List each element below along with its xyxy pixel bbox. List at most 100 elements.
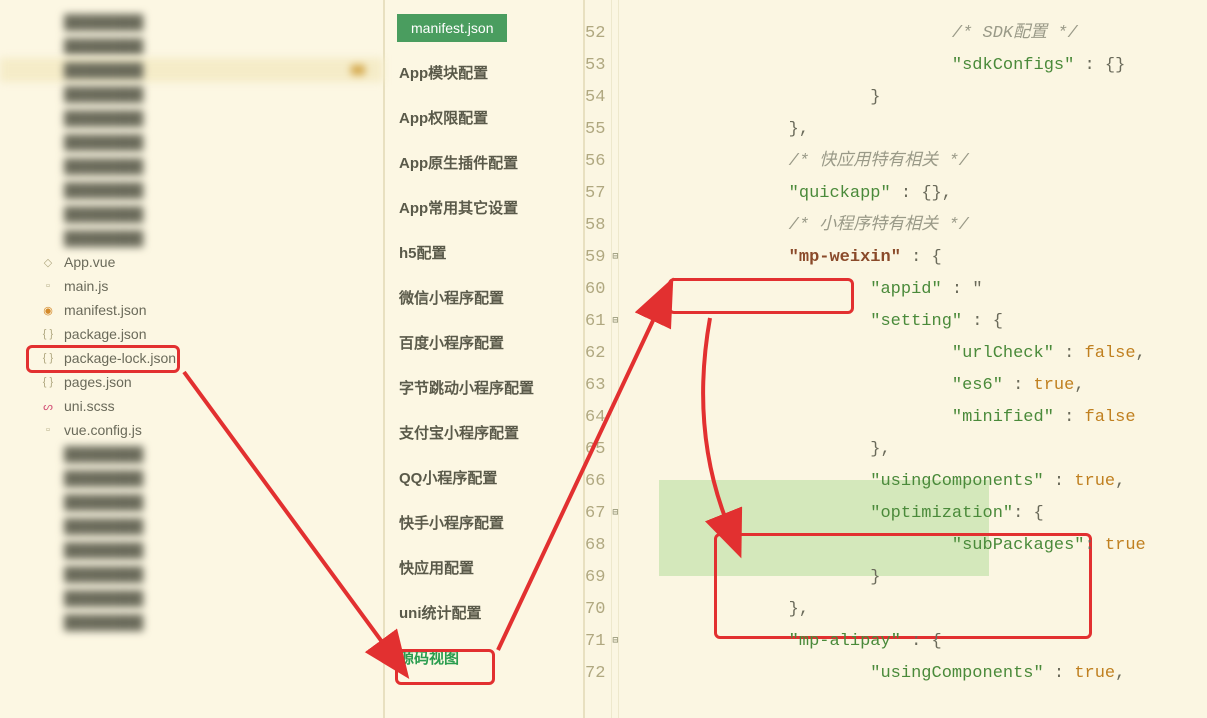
folder-open-icon (351, 65, 365, 75)
fold-marker (612, 370, 618, 402)
code-area[interactable]: /* SDK配置 */ "sdkConfigs" : {} } }, /* 快应… (619, 0, 1207, 718)
token-key: "minified" (952, 408, 1054, 427)
token-key: "usingComponents" (870, 664, 1043, 683)
token-key: "mp-alipay" (789, 632, 901, 651)
code-line[interactable]: "usingComponents" : true, (625, 658, 1207, 690)
line-number: 60 (585, 274, 605, 306)
vue-file-icon: ◇ (40, 254, 56, 270)
token-punc: : (1085, 536, 1105, 555)
code-line[interactable]: /* 快应用特有相关 */ (625, 146, 1207, 178)
fold-marker (612, 466, 618, 498)
fold-marker[interactable]: ⊟ (612, 626, 618, 658)
config-item-0[interactable]: App模块配置 (385, 50, 583, 95)
config-item-9[interactable]: QQ小程序配置 (385, 455, 583, 500)
file-pages-json[interactable]: { }pages.json (0, 370, 383, 394)
tab-manifest[interactable]: manifest.json (397, 14, 507, 42)
fold-marker (612, 82, 618, 114)
token-blur (983, 280, 1207, 299)
token-comment: /* SDK配置 */ (952, 24, 1078, 43)
line-number: 55 (585, 114, 605, 146)
fold-marker (612, 658, 618, 690)
line-number: 57 (585, 178, 605, 210)
fold-marker (612, 530, 618, 562)
fold-marker (612, 434, 618, 466)
token-bool: true (1074, 472, 1115, 491)
code-line[interactable]: /* 小程序特有相关 */ (625, 210, 1207, 242)
token-punc: , (1115, 472, 1125, 491)
code-line[interactable]: "setting" : { (625, 306, 1207, 338)
tree-item-blur: ████████ (0, 82, 383, 106)
file-label: package-lock.json (64, 350, 176, 366)
fold-marker (612, 18, 618, 50)
config-item-8[interactable]: 支付宝小程序配置 (385, 410, 583, 455)
token-punc: }, (870, 440, 890, 459)
code-editor[interactable]: 5253545556575859606162636465666768697071… (585, 0, 1207, 718)
tree-item-blur: ████████ (0, 202, 383, 226)
token-bool: true (1074, 664, 1115, 683)
token-punc: }, (789, 600, 809, 619)
token-punc: , (1074, 376, 1084, 395)
config-item-10[interactable]: 快手小程序配置 (385, 500, 583, 545)
fold-marker[interactable]: ⊟ (612, 242, 618, 274)
code-line[interactable]: "mp-alipay" : { (625, 626, 1207, 658)
token-punc: }, (789, 120, 809, 139)
file-label: pages.json (64, 374, 132, 390)
tree-item-blur: ████████ (0, 610, 383, 634)
fold-marker[interactable]: ⊟ (612, 306, 618, 338)
line-number: 71 (585, 626, 605, 658)
token-punc: : { (901, 632, 942, 651)
code-line[interactable]: }, (625, 114, 1207, 146)
code-line[interactable]: "appid" : " , (625, 274, 1207, 306)
token-comment: /* 小程序特有相关 */ (789, 216, 969, 235)
file-manifest-json[interactable]: ◉manifest.json (0, 298, 383, 322)
line-number: 72 (585, 658, 605, 690)
code-line[interactable]: "sdkConfigs" : {} (625, 50, 1207, 82)
code-line[interactable]: /* SDK配置 */ (625, 18, 1207, 50)
file-vue-config-js[interactable]: ▫vue.config.js (0, 418, 383, 442)
config-item-3[interactable]: App常用其它设置 (385, 185, 583, 230)
token-punc: , (1136, 344, 1146, 363)
file-main-js[interactable]: ▫main.js (0, 274, 383, 298)
file-App-vue[interactable]: ◇App.vue (0, 250, 383, 274)
config-item-13[interactable]: 源码视图 (385, 635, 583, 680)
line-number: 68 (585, 530, 605, 562)
code-line[interactable]: } (625, 82, 1207, 114)
line-number: 65 (585, 434, 605, 466)
line-number: 56 (585, 146, 605, 178)
fold-marker[interactable]: ⊟ (612, 498, 618, 530)
config-item-11[interactable]: 快应用配置 (385, 545, 583, 590)
fold-marker (612, 402, 618, 434)
file-package-json[interactable]: { }package.json (0, 322, 383, 346)
config-item-1[interactable]: App权限配置 (385, 95, 583, 140)
code-line[interactable]: }, (625, 594, 1207, 626)
token-bool: true (1105, 536, 1146, 555)
code-line[interactable]: "urlCheck" : false, (625, 338, 1207, 370)
token-punc: : (1003, 376, 1034, 395)
config-item-5[interactable]: 微信小程序配置 (385, 275, 583, 320)
file-uni-scss[interactable]: ᔕuni.scss (0, 394, 383, 418)
tree-item-blur: ████████ (0, 514, 383, 538)
tree-item-blur: ████████ (0, 562, 383, 586)
code-line[interactable]: "mp-weixin" : { (625, 242, 1207, 274)
line-number: 64 (585, 402, 605, 434)
code-line[interactable]: }, (625, 434, 1207, 466)
config-item-4[interactable]: h5配置 (385, 230, 583, 275)
file-package-lock-json[interactable]: { }package-lock.json (0, 346, 383, 370)
token-key: "quickapp" (789, 184, 891, 203)
line-number: 66 (585, 466, 605, 498)
config-item-2[interactable]: App原生插件配置 (385, 140, 583, 185)
code-line[interactable]: "quickapp" : {}, (625, 178, 1207, 210)
token-key: "usingComponents" (870, 472, 1043, 491)
code-line[interactable]: "minified" : false (625, 402, 1207, 434)
code-line[interactable]: "es6" : true, (625, 370, 1207, 402)
config-item-12[interactable]: uni统计配置 (385, 590, 583, 635)
token-keybold: "mp-weixin" (789, 248, 901, 267)
token-punc: : (942, 280, 973, 299)
config-item-7[interactable]: 字节跳动小程序配置 (385, 365, 583, 410)
scss-file-icon: ᔕ (40, 398, 56, 414)
line-number: 53 (585, 50, 605, 82)
config-panel: manifest.json App模块配置App权限配置App原生插件配置App… (385, 0, 585, 718)
config-item-6[interactable]: 百度小程序配置 (385, 320, 583, 365)
token-punc: : (1054, 344, 1085, 363)
tree-item-blur: ████████ (0, 226, 383, 250)
